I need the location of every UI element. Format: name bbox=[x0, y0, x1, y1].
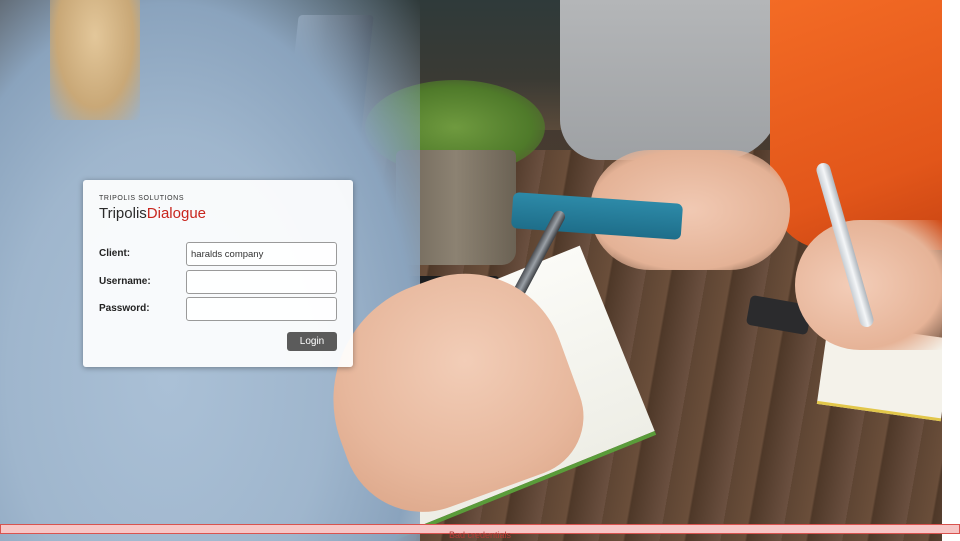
brand-tagline: TRIPOLIS SOLUTIONS bbox=[99, 195, 185, 202]
brand-logo: TripolisDialogue bbox=[99, 205, 206, 222]
brand-name-part1: Tripolis bbox=[99, 205, 147, 222]
person-orange-shirt bbox=[770, 0, 942, 250]
error-message: Bad credentials bbox=[448, 530, 512, 540]
brand-name-part2: Dialogue bbox=[146, 205, 207, 222]
person-hair bbox=[50, 0, 140, 120]
username-row: Username: bbox=[99, 270, 337, 294]
hand-right bbox=[795, 220, 942, 350]
person-grey-shirt bbox=[560, 0, 780, 160]
password-label: Password: bbox=[99, 303, 150, 314]
login-button[interactable]: Login bbox=[287, 332, 337, 351]
client-label: Client: bbox=[99, 248, 131, 259]
login-panel: TRIPOLIS SOLUTIONS TripolisDialogue Clie… bbox=[83, 180, 353, 367]
username-label: Username: bbox=[99, 276, 151, 287]
client-row: Client: bbox=[99, 242, 337, 266]
password-input[interactable] bbox=[186, 297, 337, 321]
password-row: Password: bbox=[99, 297, 337, 321]
client-input[interactable] bbox=[186, 242, 337, 266]
login-page: TRIPOLIS SOLUTIONS TripolisDialogue Clie… bbox=[0, 0, 960, 541]
username-input[interactable] bbox=[186, 270, 337, 294]
